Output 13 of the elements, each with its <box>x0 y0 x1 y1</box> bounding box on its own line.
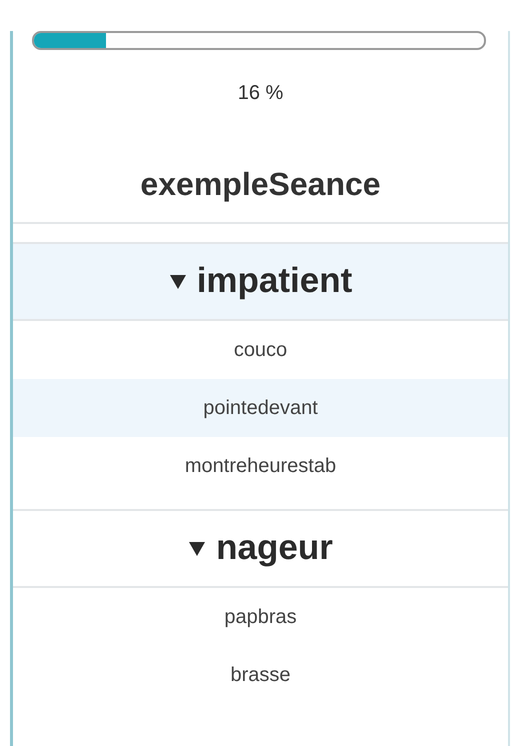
group-header[interactable]: nageur <box>13 509 508 588</box>
caret-down-icon <box>188 540 206 556</box>
group-name: nageur <box>216 527 333 570</box>
list-item[interactable]: couco <box>13 321 508 379</box>
group-name: impatient <box>196 260 352 302</box>
caret-down-icon <box>168 274 187 290</box>
list-item[interactable]: brasse <box>13 646 508 704</box>
list-item[interactable]: papbras <box>13 588 508 646</box>
group-header[interactable]: impatient <box>13 242 508 321</box>
list-item[interactable]: montreheurestab <box>13 437 508 495</box>
session-title: exempleSeance <box>139 165 382 204</box>
progress-percent: 16 % <box>236 81 284 106</box>
list-item[interactable]: pointedevant <box>13 379 508 437</box>
